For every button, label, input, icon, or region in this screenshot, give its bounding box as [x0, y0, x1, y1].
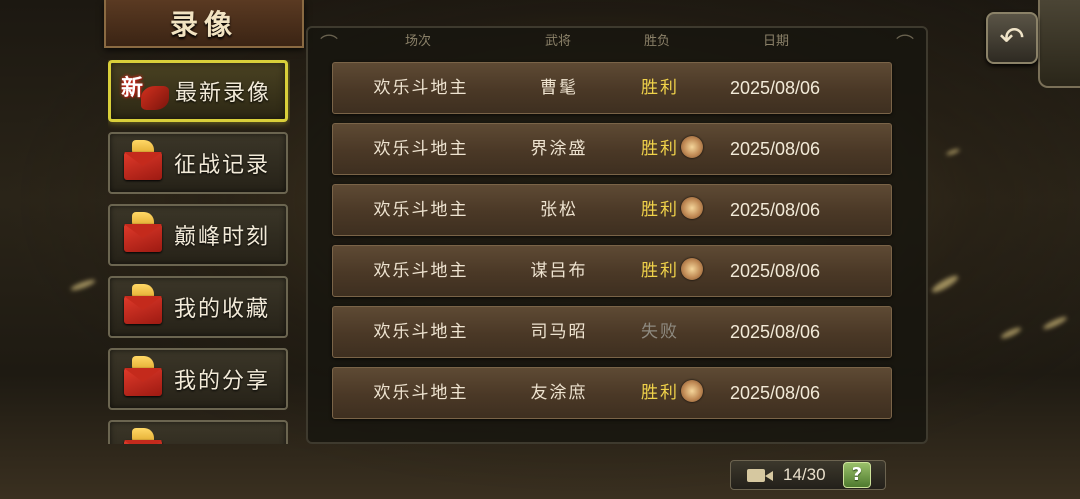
row-date: 2025/08/06 [729, 78, 821, 98]
row-result: 胜利 [641, 63, 679, 113]
row-date: 2025/08/06 [729, 200, 821, 220]
video-camera-icon [747, 469, 773, 482]
sidebar-item-more[interactable] [108, 420, 288, 444]
result-text: 失败 [641, 322, 679, 342]
sidebar-item-shares[interactable]: 我的分享 [108, 348, 288, 410]
row-result: 失败 [641, 307, 679, 357]
row-mode: 欢乐斗地主 [373, 261, 469, 281]
sidebar-item-favorites[interactable]: 我的收藏 [108, 276, 288, 338]
row-general: 友涂庶 [530, 383, 588, 403]
column-header-general: 武将 [544, 34, 572, 49]
row-result: 胜利 [641, 185, 708, 235]
light-sparkle [999, 325, 1023, 341]
envelope-share-icon [120, 356, 168, 402]
row-mode: 欢乐斗地主 [373, 383, 469, 403]
row-result: 胜利 [641, 246, 708, 296]
help-button[interactable]: ? [843, 462, 871, 488]
envelope-arrow-icon [120, 212, 168, 258]
corner-ornament-icon: ⌒ [320, 34, 338, 55]
sidebar: 新 最新录像 征战记录 巅峰时刻 我的收藏 我的分享 [108, 60, 290, 444]
row-result: 胜利 [641, 124, 708, 174]
sidebar-item-label: 巅峰时刻 [174, 225, 271, 250]
replay-count: 14/30 [783, 465, 826, 484]
envelope-icon [120, 428, 168, 444]
sidebar-item-label: 最新录像 [175, 81, 272, 106]
sidebar-item-peak-moments[interactable]: 巅峰时刻 [108, 204, 288, 266]
back-arrow-icon: ↶ [999, 20, 1025, 56]
table-row[interactable]: 欢乐斗地主 张松 胜利 2025/08/06 [332, 184, 892, 236]
sidebar-item-label: 我的收藏 [174, 297, 271, 322]
light-sparkle [945, 147, 961, 157]
light-sparkle [69, 277, 97, 293]
replay-counter: 14/30 ? [730, 460, 886, 490]
result-text: 胜利 [641, 139, 679, 159]
row-mode: 欢乐斗地主 [373, 200, 469, 220]
row-general: 司马昭 [530, 322, 588, 342]
title-plaque: 录像 [104, 0, 304, 48]
result-text: 胜利 [641, 200, 679, 220]
table-row[interactable]: 欢乐斗地主 界涂盛 胜利 2025/08/06 [332, 123, 892, 175]
row-general: 张松 [540, 200, 578, 220]
corner-frame [1038, 0, 1080, 88]
sidebar-item-battle-records[interactable]: 征战记录 [108, 132, 288, 194]
table-row[interactable]: 欢乐斗地主 友涂庶 胜利 2025/08/06 [332, 367, 892, 419]
mvp-badge-icon [676, 258, 708, 280]
mvp-badge-icon [676, 136, 708, 158]
row-general: 曹髦 [540, 78, 578, 98]
row-mode: 欢乐斗地主 [373, 78, 469, 98]
row-date: 2025/08/06 [729, 383, 821, 403]
envelope-star-icon [120, 284, 168, 330]
mvp-badge-icon [676, 197, 708, 219]
new-ribbon-icon: 新 [121, 68, 169, 114]
row-mode: 欢乐斗地主 [373, 322, 469, 342]
result-text: 胜利 [641, 261, 679, 281]
column-header-match: 场次 [404, 34, 432, 49]
new-badge: 新 [121, 75, 144, 101]
row-general: 谋吕布 [530, 261, 588, 281]
sidebar-item-label: 征战记录 [174, 153, 271, 178]
row-date: 2025/08/06 [729, 261, 821, 281]
row-mode: 欢乐斗地主 [373, 139, 469, 159]
row-date: 2025/08/06 [729, 139, 821, 159]
back-button[interactable]: ↶ [986, 12, 1038, 64]
row-date: 2025/08/06 [729, 322, 821, 342]
mvp-badge-icon [676, 380, 708, 402]
row-general: 界涂盛 [530, 139, 588, 159]
result-text: 胜利 [641, 383, 679, 403]
table-row[interactable]: 欢乐斗地主 司马昭 失败 2025/08/06 [332, 306, 892, 358]
sidebar-item-label: 我的分享 [174, 369, 271, 394]
envelope-flag-icon [120, 140, 168, 186]
light-sparkle [930, 273, 960, 295]
column-header-result: 胜负 [643, 34, 671, 49]
page-title: 录像 [169, 8, 238, 41]
row-result: 胜利 [641, 368, 708, 418]
light-sparkle [1041, 314, 1069, 332]
column-header-date: 日期 [762, 34, 790, 49]
table-row[interactable]: 欢乐斗地主 谋吕布 胜利 2025/08/06 [332, 245, 892, 297]
table-row[interactable]: 欢乐斗地主 曹髦 胜利 2025/08/06 [332, 62, 892, 114]
sidebar-item-latest-replays[interactable]: 新 最新录像 [108, 60, 288, 122]
corner-ornament-icon: ⌒ [896, 34, 914, 55]
result-text: 胜利 [641, 78, 679, 98]
